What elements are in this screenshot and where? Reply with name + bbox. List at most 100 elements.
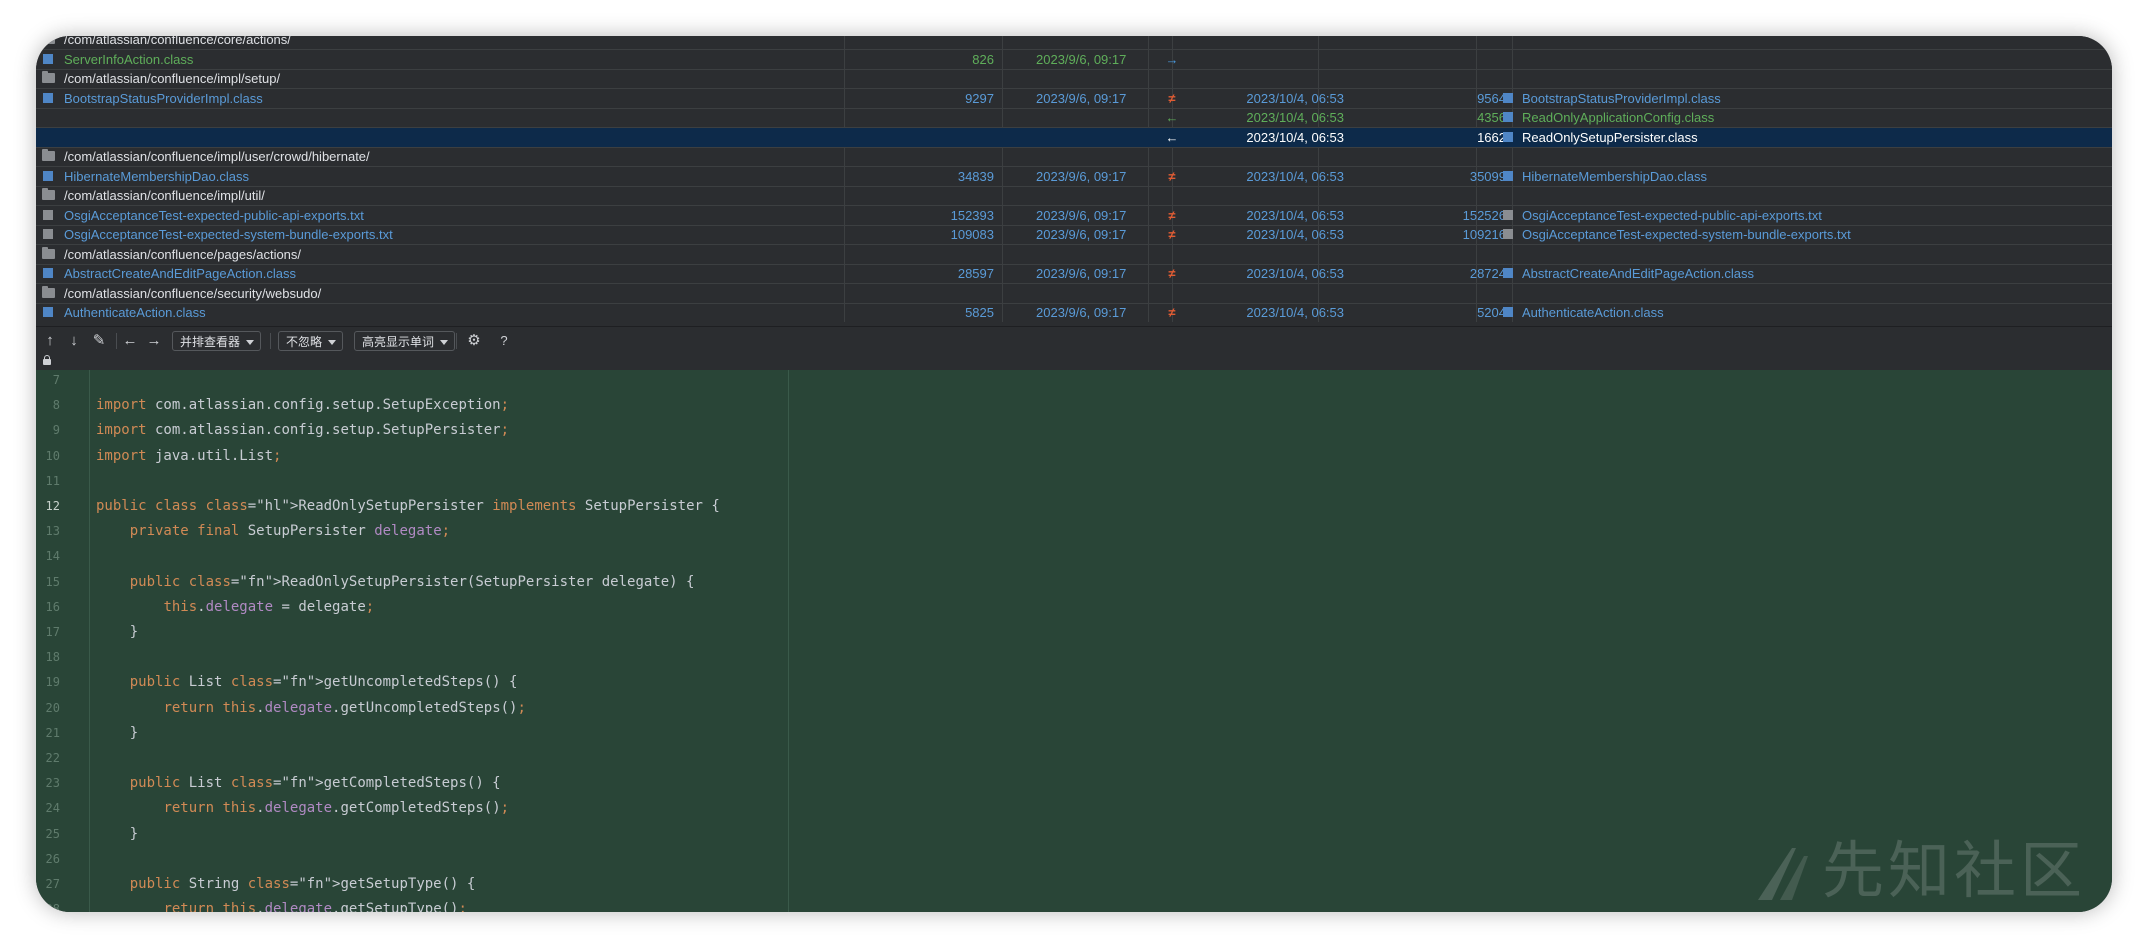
code-text: return this.delegate.getSetupType();: [163, 901, 467, 912]
directory-row[interactable]: /com/atlassian/confluence/pages/actions/: [36, 245, 2112, 265]
prev-difference-icon[interactable]: ↑: [40, 330, 60, 352]
code-text: public class class="hl">ReadOnlySetupPer…: [96, 498, 720, 514]
class-file-icon: [1503, 268, 1513, 278]
file-row[interactable]: ← 2023/10/4, 06:53 1662 ReadOnlySetupPersis…: [36, 127, 2112, 148]
next-difference-icon[interactable]: ↓: [64, 330, 84, 352]
viewer-mode-dropdown[interactable]: 并排查看器: [172, 331, 262, 351]
right-file-date: 2023/10/4, 06:53: [1246, 207, 1344, 223]
line-number: 7: [52, 373, 60, 387]
right-file-size: 1662: [1477, 129, 1506, 145]
code-text: import com.atlassian.config.setup.SetupP…: [96, 422, 510, 439]
code-text: this.delegate = delegate;: [163, 598, 375, 615]
viewer-mode-label: 并排查看器: [180, 335, 241, 349]
file-row[interactable]: OsgiAcceptanceTest-expected-public-api-e…: [36, 206, 2112, 226]
directory-path: /com/atlassian/confluence/pages/actions/: [64, 246, 302, 262]
file-row[interactable]: ServerInfoAction.class 826 2023/9/6, 09:17…: [36, 50, 2112, 70]
class-file-icon: [43, 170, 53, 181]
text-file-icon: [1503, 209, 1513, 220]
line-number: 11: [45, 473, 60, 488]
code-text: }: [96, 724, 139, 741]
highlight-words-dropdown[interactable]: 高亮显示单词: [354, 331, 456, 351]
line-number: 13: [45, 524, 60, 539]
code-text: public String class="fn">getSetupType() …: [129, 876, 476, 892]
forward-arrow-icon[interactable]: →: [144, 330, 164, 352]
right-file-size: 152526: [1462, 207, 1506, 223]
right-file-date: 2023/10/4, 06:53: [1246, 266, 1344, 281]
left-file-name: [64, 128, 874, 147]
file-row[interactable]: AbstractCreateAndEditPageAction.class 285…: [36, 264, 2112, 284]
code-text: }: [96, 624, 139, 640]
left-file-size: [844, 108, 994, 127]
line-number: 8: [52, 398, 60, 413]
line-number: 21: [45, 725, 60, 740]
line-number: 20: [45, 700, 60, 715]
right-file-name: AuthenticateAction.class: [1522, 305, 1664, 320]
file-row[interactable]: BootstrapStatusProviderImpl.class 9297 202…: [36, 89, 2112, 109]
code-text: import java.util.List;: [96, 447, 282, 464]
right-file-name: OsgiAcceptanceTest-expected-system-bundl…: [1522, 227, 1851, 242]
back-arrow-icon[interactable]: ←: [120, 330, 140, 352]
directory-row[interactable]: /com/atlassian/confluence/core/actions/: [36, 36, 2112, 50]
right-file-date: 2023/10/4, 06:53: [1246, 227, 1344, 242]
diff-toolbar: ↑ ↓ ✎ ← → 并排查看器 不忽略 高亮显示单词 ⚙ ?: [36, 326, 2112, 371]
left-file-size: 28597: [957, 266, 994, 281]
directory-path: /com/atlassian/confluence/impl/util/: [64, 188, 265, 203]
text-file-icon: [43, 209, 53, 220]
lock-icon: [43, 355, 51, 365]
directory-row[interactable]: /com/atlassian/confluence/impl/util/: [36, 186, 2112, 206]
directory-row[interactable]: /com/atlassian/confluence/impl/user/crow…: [36, 147, 2112, 167]
line-number: 14: [45, 549, 60, 564]
file-row[interactable]: HibernateMembershipDao.class 34839 2023/9/…: [36, 167, 2112, 187]
left-file-size: 109083: [950, 227, 994, 242]
file-row[interactable]: AuthenticateAction.class 5825 2023/9/6, 09…: [36, 303, 2112, 322]
code-text: return this.delegate.getUncompletedSteps…: [163, 699, 526, 716]
line-number: 26: [45, 851, 60, 866]
right-file-date: 2023/10/4, 06:53: [1246, 110, 1344, 125]
directory-row[interactable]: /com/atlassian/confluence/security/websu…: [36, 284, 2112, 304]
diff-status-mark: ≠: [1168, 207, 1176, 223]
class-file-icon: [1503, 307, 1513, 317]
code-editor[interactable]: 7 8 import com.atlassian.config.setup.Setu…: [36, 370, 2112, 912]
line-number: 22: [45, 751, 60, 765]
line-number: 28: [45, 902, 60, 912]
left-file-name: AbstractCreateAndEditPageAction.class: [64, 266, 296, 281]
right-file-date: 2023/10/4, 06:53: [1246, 90, 1344, 106]
diff-status-mark: ←: [1165, 110, 1179, 125]
line-number: 27: [45, 877, 60, 891]
left-file-size: 152393: [950, 207, 994, 223]
right-file-name: BootstrapStatusProviderImpl.class: [1522, 90, 1721, 106]
ignore-label: 不忽略: [286, 335, 323, 349]
folder-icon: [42, 188, 55, 200]
line-number: 19: [45, 675, 60, 690]
class-file-icon: [1503, 131, 1513, 142]
ignore-whitespace-dropdown[interactable]: 不忽略: [278, 331, 344, 351]
class-file-icon: [43, 92, 53, 103]
line-number: 23: [45, 776, 60, 791]
left-file-name: HibernateMembershipDao.class: [64, 168, 249, 184]
right-file-size: 5204: [1477, 305, 1506, 320]
folder-icon: [42, 149, 55, 161]
right-file-name: HibernateMembershipDao.class: [1522, 168, 1707, 184]
file-row[interactable]: OsgiAcceptanceTest-expected-system-bundl…: [36, 225, 2112, 245]
directory-row[interactable]: /com/atlassian/confluence/impl/setup/: [36, 69, 2112, 89]
left-file-name: OsgiAcceptanceTest-expected-public-api-e…: [64, 207, 364, 223]
right-file-name: ReadOnlyApplicationConfig.class: [1522, 110, 1715, 125]
line-number: 9: [52, 423, 60, 438]
class-file-icon: [1503, 112, 1513, 122]
right-file-date: 2023/10/4, 06:53: [1246, 168, 1344, 184]
folder-icon: [42, 36, 55, 44]
file-row[interactable]: ← 2023/10/4, 06:53 4356 ReadOnlyApplication…: [36, 108, 2112, 128]
code-text: import com.atlassian.config.setup.SetupE…: [96, 397, 510, 414]
edit-pencil-icon[interactable]: ✎: [89, 330, 109, 352]
help-button[interactable]: ?: [494, 330, 514, 352]
line-number: 15: [45, 574, 60, 589]
left-file-name: [64, 108, 874, 127]
right-file-size: 109216: [1462, 227, 1506, 242]
code-text: return this.delegate.getCompletedSteps()…: [163, 800, 510, 817]
right-file-size: 9564: [1477, 90, 1506, 106]
left-file-name: AuthenticateAction.class: [64, 305, 206, 320]
code-text: }: [96, 825, 139, 842]
line-number: 25: [45, 826, 60, 841]
settings-gear-icon[interactable]: ⚙: [464, 330, 484, 352]
text-file-icon: [43, 229, 53, 239]
